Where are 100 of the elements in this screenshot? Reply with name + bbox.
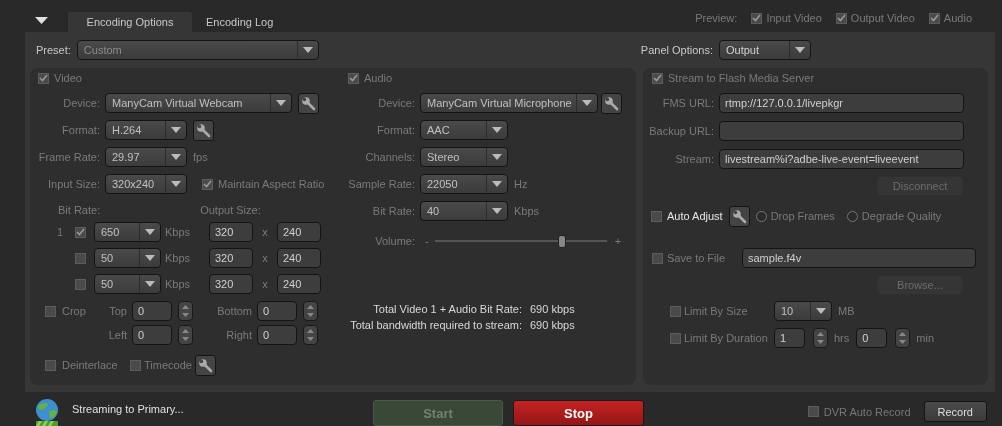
checkbox-label: Save to File [667, 252, 726, 264]
panel-options-label: Panel Options: [640, 44, 713, 56]
preset-label: Preset: [36, 44, 71, 56]
tab[interactable]: Encoding Options [68, 12, 192, 32]
settings-button[interactable] [193, 119, 214, 141]
stepper-button[interactable] [813, 328, 828, 348]
caret-icon [145, 255, 155, 261]
record-button[interactable]: Record [923, 401, 987, 422]
section-title: Video [54, 72, 82, 84]
field-label: Bit Rate: [371, 205, 416, 217]
field-label: Frame Rate: [37, 151, 101, 163]
checkbox-label: Auto Adjust [667, 210, 723, 222]
caret-icon [145, 281, 155, 287]
stepper-button[interactable] [303, 325, 318, 345]
checkbox-label: DVR Auto Record [823, 405, 911, 418]
unit-label: Kbps [165, 252, 191, 264]
preview-label: Preview: [695, 12, 738, 24]
checkbox-label: Deinterlace [62, 359, 118, 371]
unit-label: hrs [834, 332, 850, 344]
checkbox-label: Maintain Aspect Ratio [218, 178, 325, 190]
stepper-button[interactable] [178, 325, 193, 345]
checkbox-label: Audio [943, 12, 972, 24]
up-down-arrows-icon [899, 331, 907, 345]
wrench-icon [604, 95, 619, 111]
checkbox[interactable] [835, 12, 847, 24]
up-down-arrows-icon [307, 304, 314, 318]
caret-icon [492, 208, 502, 214]
caret-icon [145, 229, 155, 235]
radio-label: Drop Frames [770, 210, 835, 222]
field-label: Device: [377, 97, 416, 109]
field-label: Stream: [674, 153, 715, 165]
field-label: Format: [61, 124, 101, 136]
caret-icon [492, 127, 502, 133]
settings-button[interactable] [298, 92, 319, 114]
caret-icon [795, 47, 805, 53]
total-label: Total bandwidth required to stream: [350, 319, 522, 331]
caret-icon [171, 154, 181, 160]
collapse-triangle-icon[interactable] [35, 17, 48, 24]
stepper-button[interactable] [895, 328, 911, 348]
panel-options-dropdown[interactable]: Output [719, 40, 811, 60]
field-label: Format: [376, 124, 416, 136]
caret-icon [492, 154, 502, 160]
checkbox-label: Crop [62, 305, 86, 317]
checkbox-label: Output Video [850, 12, 915, 24]
column-label: Output Size: [200, 204, 261, 216]
tab[interactable]: Encoding Log [192, 12, 288, 32]
radio-label: Degrade Quality [861, 210, 942, 222]
caret-icon [171, 127, 181, 133]
caret-icon [302, 47, 313, 53]
unit-label: Kbps [165, 226, 191, 238]
checkbox-label: Limit By Duration [684, 332, 768, 344]
checkbox[interactable] [928, 12, 940, 24]
caret-icon [582, 100, 592, 106]
caret-icon [171, 181, 181, 187]
caret-icon [492, 181, 502, 187]
caret-icon [276, 100, 286, 106]
field-label: Volume: [374, 235, 416, 247]
times-sign: x [262, 226, 268, 238]
wrench-icon [731, 208, 747, 224]
times-sign: x [262, 278, 268, 290]
settings-button[interactable] [728, 205, 750, 227]
field-label: Right [225, 329, 253, 341]
total-label: Total Video 1 + Audio Bit Rate: [373, 303, 522, 315]
up-down-arrows-icon [307, 328, 314, 342]
minus-label: - [425, 235, 429, 247]
field-label: Backup URL: [648, 125, 715, 137]
settings-button[interactable] [194, 354, 216, 376]
checkbox[interactable] [807, 406, 819, 417]
total-value: 690 kbps [530, 319, 575, 331]
column-label: Bit Rate: [58, 204, 101, 216]
stepper-button[interactable] [303, 301, 318, 321]
times-sign: x [262, 252, 268, 264]
field-label: Channels: [364, 151, 416, 163]
total-value: 690 kbps [530, 303, 575, 315]
status-message: Streaming to Primary... [72, 403, 184, 415]
unit-label: fps [193, 151, 208, 163]
field-label: Sample Rate: [347, 178, 416, 190]
stop-button[interactable]: Stop [513, 400, 644, 426]
section-title: Audio [364, 72, 393, 84]
unit-label: Hz [514, 178, 528, 190]
wrench-icon [197, 357, 213, 373]
checkbox-label: Timecode [144, 359, 192, 371]
unit-label: min [916, 332, 934, 344]
settings-button[interactable] [601, 92, 622, 114]
checkbox-label: Limit By Size [684, 305, 748, 317]
field-label: Input Size: [47, 178, 101, 190]
field-label: FMS URL: [661, 97, 715, 109]
url-field[interactable] [719, 121, 964, 141]
checkbox[interactable] [751, 12, 763, 24]
up-down-arrows-icon [182, 328, 189, 342]
field-label: Top [108, 305, 128, 317]
caret-icon [816, 308, 826, 314]
plus-label: + [614, 235, 622, 247]
unit-label: Kbps [165, 278, 191, 290]
field-label: Bottom [216, 305, 253, 317]
field-label: Device: [62, 97, 101, 109]
up-down-arrows-icon [182, 304, 189, 318]
checkbox-label: Stream to Flash Media Server [668, 72, 815, 84]
up-down-arrows-icon [817, 331, 824, 345]
stepper-button[interactable] [178, 301, 193, 321]
